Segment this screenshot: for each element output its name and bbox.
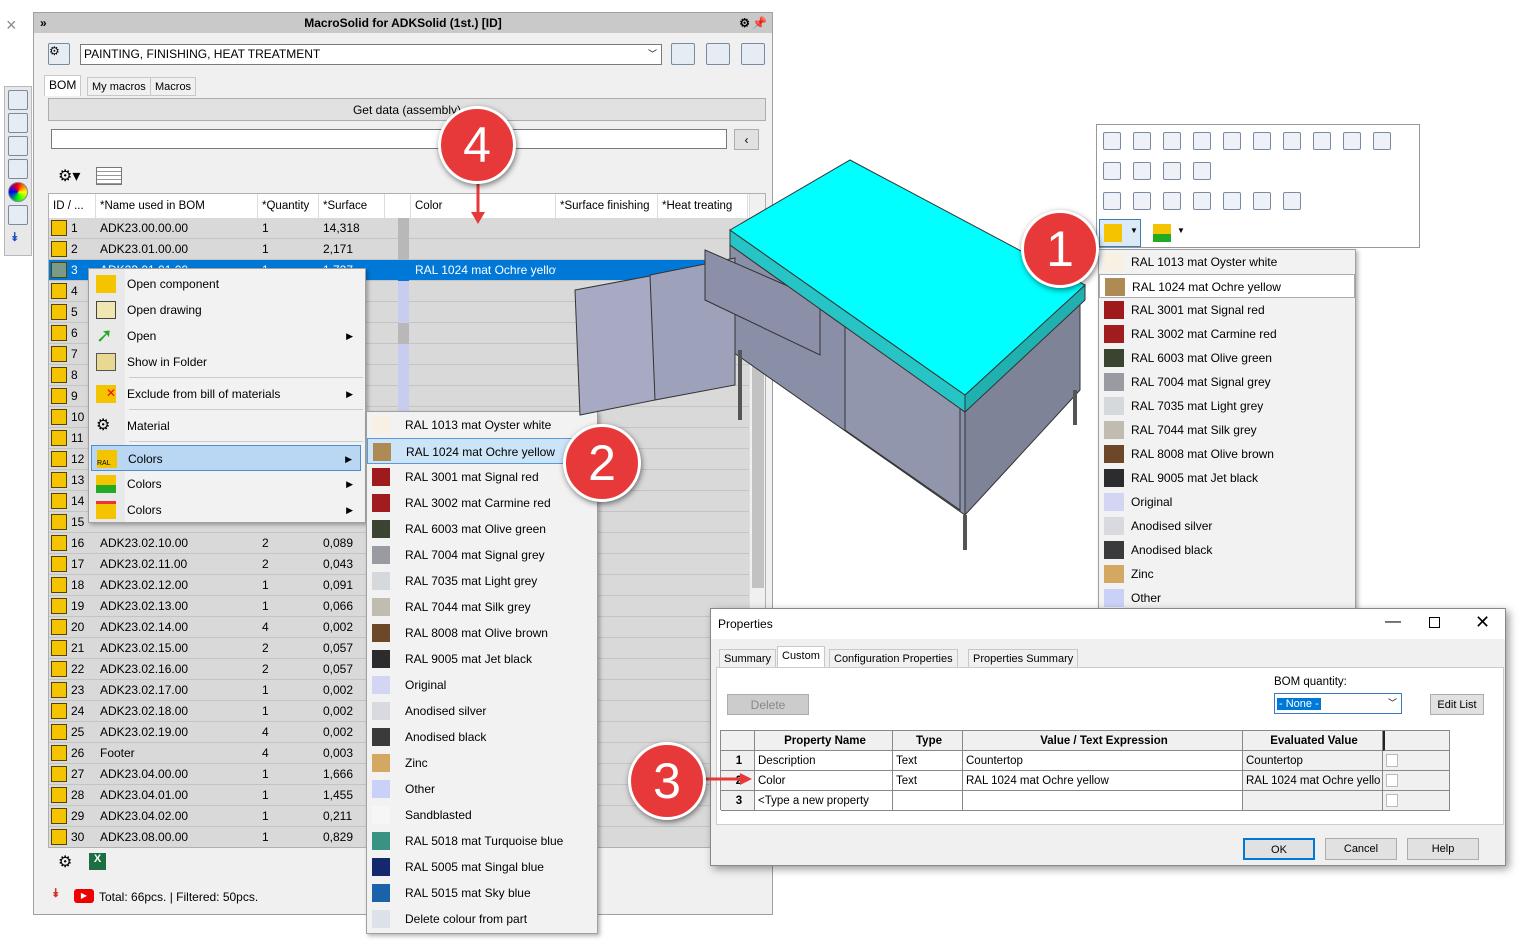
callout-3: 3 <box>628 742 706 820</box>
callout-1: 1 <box>1021 210 1099 288</box>
arrowhead-3 <box>740 773 752 785</box>
callout-4: 4 <box>438 106 516 184</box>
callout-2: 2 <box>563 424 641 502</box>
arrowhead-4 <box>471 212 485 224</box>
annotation-arrows <box>471 180 752 785</box>
